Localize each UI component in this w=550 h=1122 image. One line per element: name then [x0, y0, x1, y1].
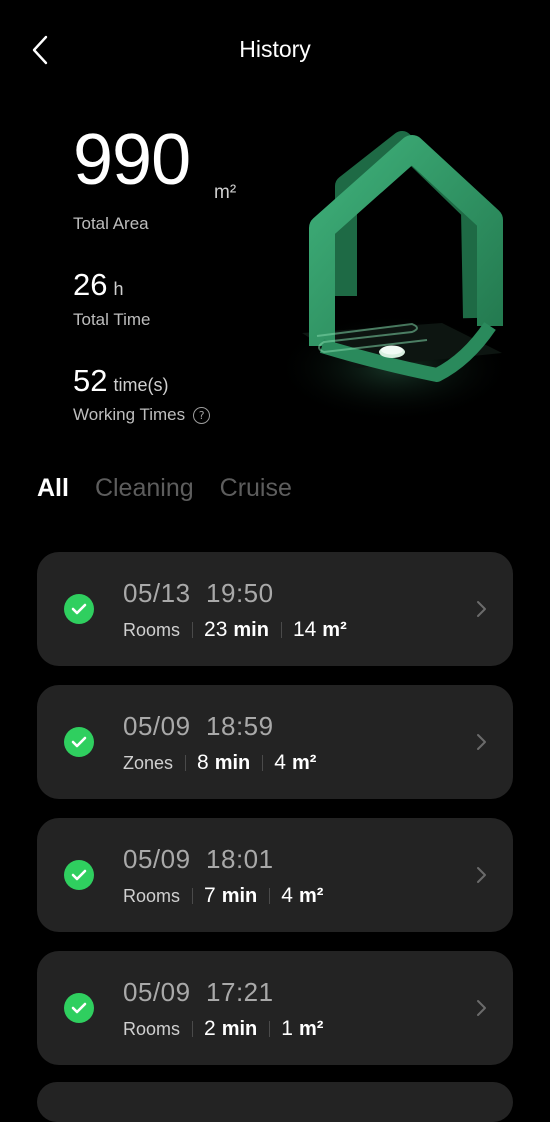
- total-area-value: 990: [73, 120, 191, 200]
- record-mode: Rooms: [123, 885, 181, 906]
- chevron-right-icon: [477, 601, 486, 617]
- record-date: 05/09: [123, 844, 191, 874]
- chevron-right-icon: [477, 734, 486, 750]
- record-mode: Rooms: [123, 1018, 181, 1039]
- divider: [280, 622, 282, 638]
- record-meta: Rooms 2 min 1 m²: [123, 1017, 323, 1041]
- header: History: [0, 0, 550, 100]
- record-duration: 2: [204, 1017, 216, 1040]
- divider: [185, 755, 187, 771]
- record-meta: Rooms 7 min 4 m²: [123, 884, 323, 908]
- check-icon: [64, 860, 94, 890]
- history-record-partial[interactable]: [37, 1082, 513, 1122]
- total-area-label: Total Area: [73, 214, 149, 233]
- record-area: 1: [281, 1017, 293, 1040]
- check-icon: [64, 727, 94, 757]
- record-mode: Rooms: [123, 619, 181, 640]
- record-duration-unit: min: [221, 1017, 258, 1040]
- record-area-unit: m²: [298, 1017, 324, 1040]
- total-time-value: 26: [73, 267, 108, 302]
- record-duration-unit: min: [233, 618, 269, 641]
- total-time-unit: h: [113, 279, 124, 299]
- working-times-label-row: Working Times?: [73, 405, 211, 425]
- history-record[interactable]: 05/09 17:21 Rooms 2 min 1 m²: [37, 951, 513, 1065]
- divider: [192, 622, 194, 638]
- record-datetime: 05/09 18:59: [123, 711, 274, 742]
- record-area: 4: [274, 751, 286, 774]
- chevron-right-icon: [477, 867, 486, 883]
- tab-cleaning[interactable]: Cleaning: [95, 474, 194, 503]
- total-time-label: Total Time: [73, 310, 151, 329]
- check-icon: [64, 993, 94, 1023]
- record-mode: Zones: [123, 752, 174, 773]
- record-duration: 8: [197, 751, 209, 774]
- record-time: 17:21: [206, 977, 274, 1007]
- history-record[interactable]: 05/09 18:01 Rooms 7 min 4 m²: [37, 818, 513, 932]
- total-area-stat: 990 m²: [73, 120, 236, 203]
- history-record[interactable]: 05/13 19:50 Rooms 23 min 14 m²: [37, 552, 513, 666]
- record-area-unit: m²: [298, 884, 324, 907]
- chevron-right-icon: [477, 1000, 486, 1016]
- record-area-unit: m²: [291, 751, 317, 774]
- divider: [262, 755, 264, 771]
- working-times-stat: 52 time(s): [73, 363, 168, 399]
- record-meta: Rooms 23 min 14 m²: [123, 618, 347, 642]
- record-datetime: 05/09 18:01: [123, 844, 274, 875]
- record-datetime: 05/09 17:21: [123, 977, 274, 1008]
- record-duration: 23: [204, 618, 228, 641]
- working-times-unit: time(s): [113, 375, 169, 395]
- history-record[interactable]: 05/09 18:59 Zones 8 min 4 m²: [37, 685, 513, 799]
- record-time: 19:50: [206, 578, 274, 608]
- filter-tabs: All Cleaning Cruise: [37, 474, 292, 503]
- house-illustration: [262, 128, 522, 438]
- record-date: 05/13: [123, 578, 191, 608]
- record-date: 05/09: [123, 977, 191, 1007]
- page-title: History: [239, 36, 311, 62]
- working-times-value: 52: [73, 363, 108, 398]
- record-area: 4: [281, 884, 293, 907]
- record-area-unit: m²: [322, 618, 347, 641]
- record-time: 18:01: [206, 844, 274, 874]
- tab-cruise[interactable]: Cruise: [220, 474, 292, 503]
- divider: [192, 888, 194, 904]
- check-icon: [64, 594, 94, 624]
- record-time: 18:59: [206, 711, 274, 741]
- help-icon[interactable]: ?: [193, 407, 211, 424]
- record-date: 05/09: [123, 711, 191, 741]
- record-meta: Zones 8 min 4 m²: [123, 751, 316, 775]
- record-duration-unit: min: [221, 884, 258, 907]
- divider: [269, 1021, 271, 1037]
- record-area: 14: [292, 618, 317, 641]
- divider: [269, 888, 271, 904]
- record-datetime: 05/13 19:50: [123, 578, 274, 609]
- tab-all[interactable]: All: [37, 474, 69, 503]
- divider: [192, 1021, 194, 1037]
- record-duration-unit: min: [214, 751, 251, 774]
- working-times-label: Working Times: [73, 405, 186, 424]
- total-time-stat: 26 h: [73, 267, 124, 303]
- total-area-unit: m²: [214, 182, 237, 203]
- record-duration: 7: [204, 884, 216, 907]
